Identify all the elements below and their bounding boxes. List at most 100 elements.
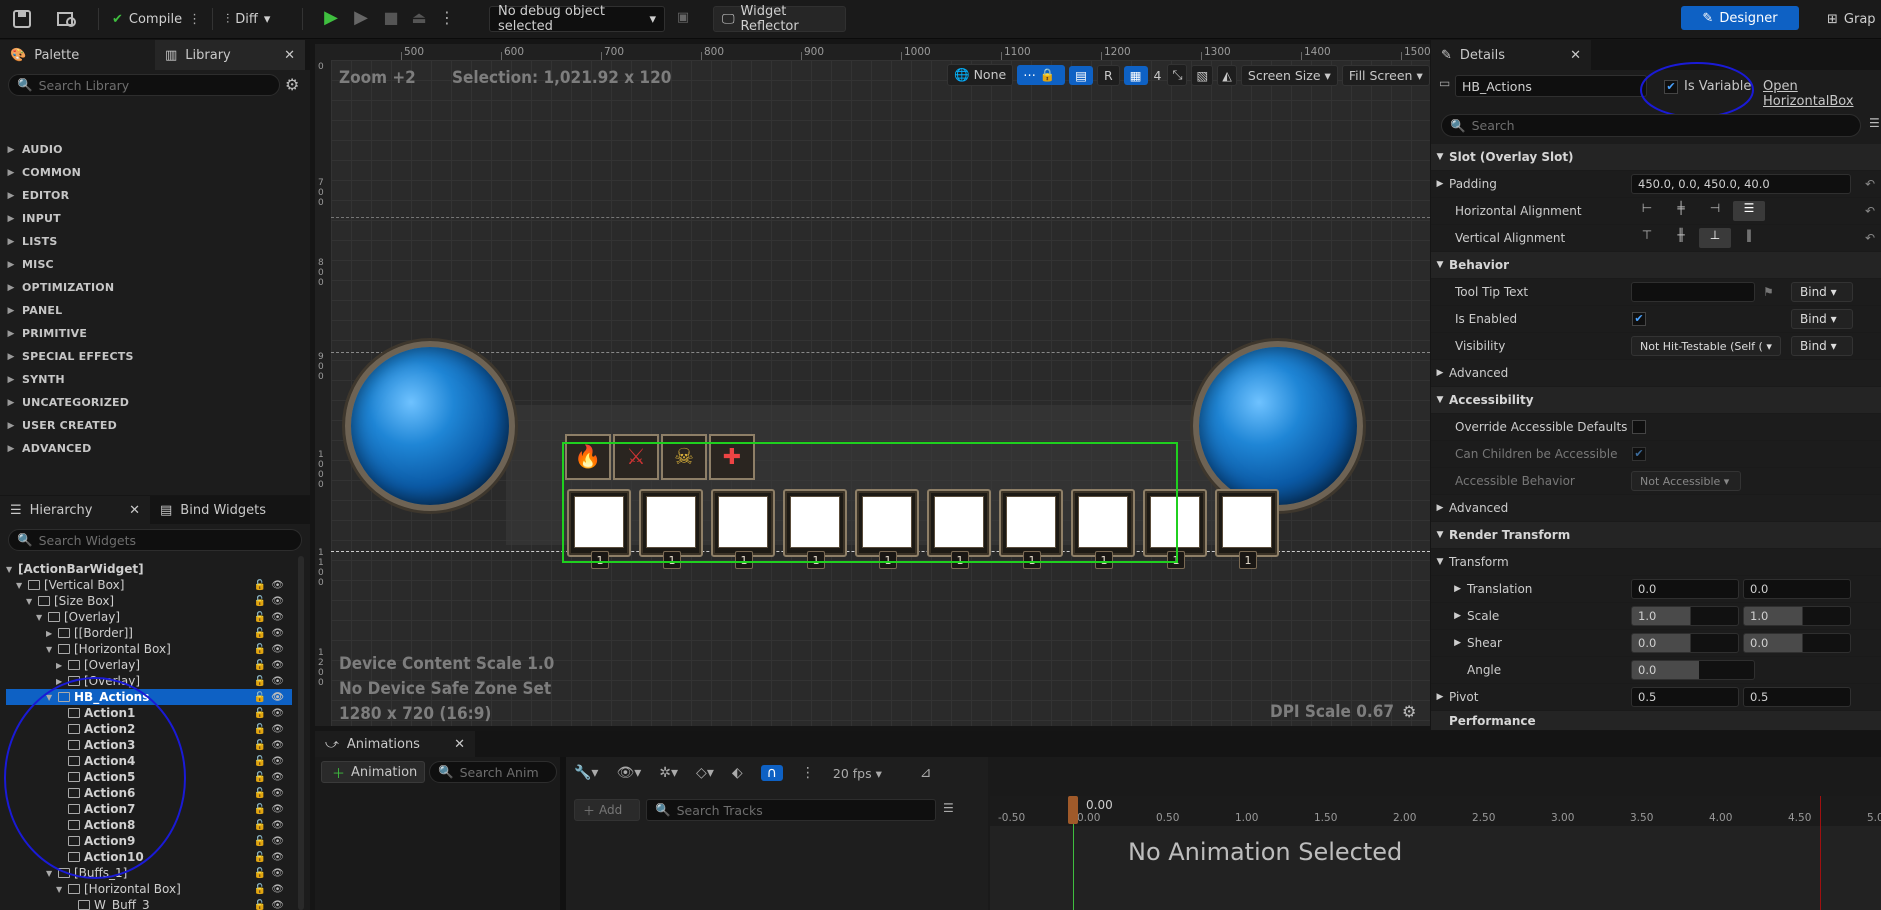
is-enabled-checkbox[interactable]: ✔: [1632, 312, 1646, 326]
eye-icon[interactable]: 👁: [271, 676, 284, 687]
tab-animations[interactable]: ⤻ Animations ✕: [315, 731, 475, 757]
padding-input[interactable]: 450.0, 0.0, 450.0, 40.0: [1631, 174, 1851, 194]
lock-icon[interactable]: 🔓: [254, 852, 266, 863]
details-search-input[interactable]: 🔍 Search: [1441, 114, 1861, 137]
wrench-icon[interactable]: 🔧▾: [574, 765, 598, 781]
lock-icon[interactable]: 🔓: [254, 644, 266, 655]
tab-library[interactable]: ▥ Library ✕: [155, 40, 305, 70]
eye-icon[interactable]: 👁: [271, 788, 284, 799]
open-horizontalbox-link[interactable]: Open HorizontalBox: [1763, 79, 1881, 109]
more-icon[interactable]: ⋮: [436, 6, 458, 28]
magnet-icon[interactable]: ∩: [760, 765, 783, 781]
palette-category[interactable]: ▶ USER CREATED: [0, 414, 310, 437]
chevron-right-icon[interactable]: ▶: [1431, 584, 1467, 594]
graph-button[interactable]: ⊞ Grap: [1827, 6, 1876, 32]
more-icon[interactable]: ⋮: [801, 765, 815, 781]
lock-icon[interactable]: 🔓: [254, 804, 266, 815]
align-top-icon[interactable]: ⊤: [1631, 228, 1663, 248]
lock-icon[interactable]: 🔓: [254, 740, 266, 751]
respect-lock-toggle[interactable]: ⋯ 🔒: [1017, 65, 1066, 85]
align-left-icon[interactable]: ⊢: [1631, 201, 1663, 221]
bind-visibility-dropdown[interactable]: Bind ▾: [1791, 336, 1853, 356]
stop-icon[interactable]: ■: [380, 6, 402, 28]
revert-icon[interactable]: ↶: [1865, 204, 1875, 218]
bind-enabled-dropdown[interactable]: Bind ▾: [1791, 309, 1853, 329]
chevron-right-icon[interactable]: ▶: [1431, 611, 1467, 621]
hierarchy-item[interactable]: ▼ [ActionBarWidget]: [6, 561, 292, 577]
palette-category[interactable]: ▶ AUDIO: [0, 138, 310, 161]
lock-icon[interactable]: 🔓: [254, 724, 266, 735]
eye-icon[interactable]: 👁: [271, 740, 284, 751]
flip-icon[interactable]: ◭: [1217, 64, 1237, 86]
lock-icon[interactable]: 🔓: [254, 580, 266, 591]
eye-icon[interactable]: 👁: [271, 596, 284, 607]
palette-category[interactable]: ▶ COMMON: [0, 161, 310, 184]
palette-category[interactable]: ▶ EDITOR: [0, 184, 310, 207]
tab-hierarchy[interactable]: ☰ Hierarchy ✕: [0, 496, 150, 524]
lock-icon[interactable]: 🔓: [254, 756, 266, 767]
lock-icon[interactable]: 🔓: [254, 868, 266, 879]
pivot-y-input[interactable]: 0.5: [1743, 687, 1851, 707]
eye-icon[interactable]: 👁: [271, 852, 284, 863]
lock-icon[interactable]: 🔓: [254, 820, 266, 831]
screen-size-dropdown[interactable]: Screen Size ▾: [1240, 64, 1338, 86]
lock-icon[interactable]: 🔓: [254, 884, 266, 895]
section-render-transform[interactable]: ▼ Render Transform: [1431, 522, 1881, 549]
grid-size[interactable]: 4: [1152, 66, 1164, 85]
mana-orb[interactable]: [1193, 341, 1363, 511]
key-icon[interactable]: ◇▾: [696, 765, 714, 781]
eye-icon[interactable]: 👁: [271, 724, 284, 735]
playhead-handle[interactable]: [1068, 796, 1078, 824]
lock-icon[interactable]: 🔓: [254, 836, 266, 847]
chevron-icon[interactable]: ▶: [56, 661, 68, 670]
translation-y-input[interactable]: 0.0: [1743, 579, 1851, 599]
eject-icon[interactable]: ⏏: [408, 6, 430, 28]
add-animation-button[interactable]: ＋ Animation: [321, 761, 425, 783]
pivot-x-input[interactable]: 0.5: [1631, 687, 1739, 707]
snap-icon[interactable]: ⬖: [732, 765, 743, 781]
angle-slider[interactable]: 0.0: [1631, 660, 1755, 680]
eye-icon[interactable]: 👁: [271, 772, 284, 783]
lock-icon[interactable]: 🔓: [254, 612, 266, 623]
eye-icon[interactable]: 👁: [271, 804, 284, 815]
eye-icon[interactable]: 👁: [271, 644, 284, 655]
tab-palette[interactable]: 🎨 Palette: [0, 40, 155, 70]
timeline[interactable]: -0.50 0.00 0.50 1.00 1.50 2.00 2.50 3.00 3.50 4.0…: [990, 796, 1881, 910]
palette-category[interactable]: ▶ INPUT: [0, 207, 310, 230]
cursor-icon[interactable]: ⤡: [1167, 64, 1188, 86]
shear-y-slider[interactable]: 0.0: [1743, 633, 1851, 653]
visibility-dropdown[interactable]: Not Hit-Testable (Self ( ▾: [1631, 336, 1781, 356]
close-icon[interactable]: ✕: [1570, 48, 1581, 63]
lock-icon[interactable]: 🔓: [254, 788, 266, 799]
eye-icon[interactable]: 👁: [271, 884, 284, 895]
hierarchy-item[interactable]: W_Buff_3 🔓 👁: [6, 897, 292, 910]
step-icon[interactable]: ▶: [350, 6, 372, 28]
chevron-right-icon[interactable]: ▶: [1431, 179, 1449, 189]
palette-category[interactable]: ▶ MISC: [0, 253, 310, 276]
search-animation-input[interactable]: 🔍 Search Anim: [429, 761, 557, 783]
palette-category[interactable]: ▶ SYNTH: [0, 368, 310, 391]
designer-button[interactable]: ✎ Designer: [1681, 6, 1799, 30]
scale-x-slider[interactable]: 1.0: [1631, 606, 1739, 626]
debug-object-select[interactable]: No debug object selected ▾: [489, 4, 665, 34]
align-vfill-icon[interactable]: ‖: [1733, 228, 1765, 248]
lock-icon[interactable]: 🔓: [254, 900, 266, 910]
palette-category[interactable]: ▶ OPTIMIZATION: [0, 276, 310, 299]
palette-category[interactable]: ▶ UNCATEGORIZED: [0, 391, 310, 414]
eye-icon[interactable]: 👁: [271, 756, 284, 767]
more-icon[interactable]: ⋮: [188, 12, 201, 27]
hierarchy-item[interactable]: ▼ [Size Box] 🔓 👁: [6, 593, 292, 609]
chevron-icon[interactable]: ▼: [6, 565, 18, 574]
chevron-icon[interactable]: ▼: [16, 581, 28, 590]
settings-icon[interactable]: ⚙: [1402, 702, 1416, 721]
row-transform[interactable]: ▼ Transform: [1431, 549, 1881, 576]
lock-icon[interactable]: 🔓: [254, 692, 266, 703]
save-icon[interactable]: [12, 6, 32, 32]
section-slot[interactable]: ▼ Slot (Overlay Slot): [1431, 144, 1881, 171]
palette-category[interactable]: ▶ PANEL: [0, 299, 310, 322]
image-icon[interactable]: ▧: [1191, 64, 1214, 86]
lock-icon[interactable]: 🔓: [254, 772, 266, 783]
align-middle-icon[interactable]: ╫: [1665, 228, 1697, 248]
tab-bind-widgets[interactable]: ▤ Bind Widgets: [150, 496, 300, 524]
search-tracks-input[interactable]: 🔍 Search Tracks: [646, 799, 936, 821]
